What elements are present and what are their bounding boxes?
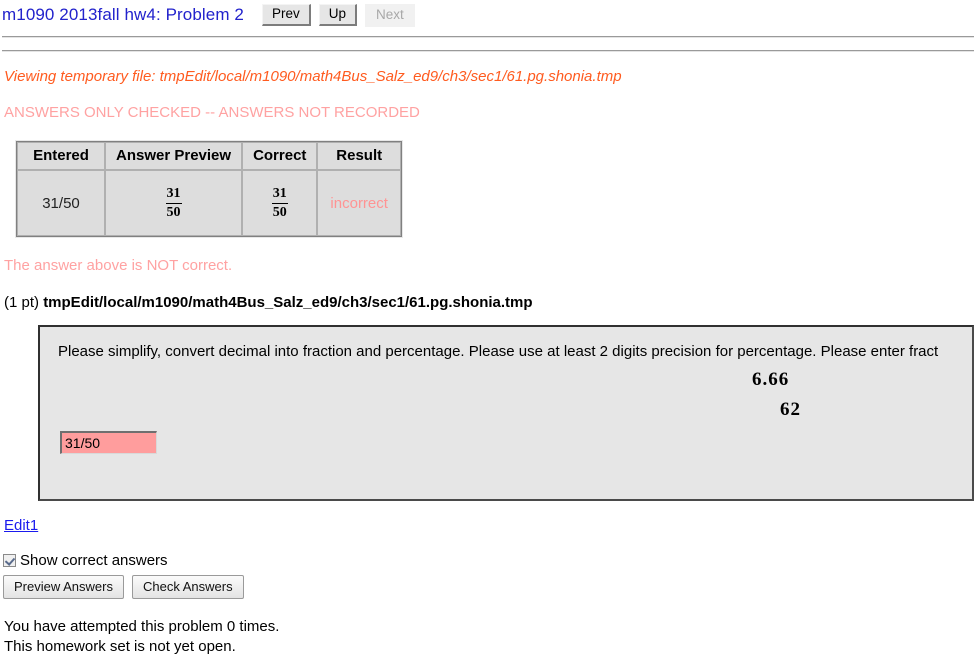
cell-result-status: incorrect [317, 170, 401, 236]
answers-checked-notice: ANSWERS ONLY CHECKED -- ANSWERS NOT RECO… [4, 104, 420, 121]
page-title: m1090 2013fall hw4: Problem 2 [2, 5, 244, 24]
problem-header-line: (1 pt) tmpEdit/local/m1090/math4Bus_Salz… [4, 294, 976, 311]
answer-input[interactable] [60, 431, 157, 454]
page-header: m1090 2013fall hw4: Problem 2 Prev Up Ne… [0, 0, 976, 28]
not-correct-message: The answer above is NOT correct. [4, 257, 233, 274]
table-row: 31/50 31 50 31 50 incorrect [17, 170, 401, 236]
attempts-line: You have attempted this problem 0 times. [4, 618, 280, 635]
math-value-percent: 62 [780, 399, 801, 420]
next-button: Next [365, 3, 415, 27]
column-header-correct: Correct [242, 142, 318, 170]
problem-path: tmpEdit/local/m1090/math4Bus_Salz_ed9/ch… [43, 294, 533, 311]
fraction-denominator: 50 [166, 204, 181, 220]
divider-bottom [2, 50, 974, 52]
answer-preview-fraction: 31 50 [165, 186, 182, 220]
column-header-answer-preview: Answer Preview [105, 142, 243, 170]
fraction-numerator: 31 [165, 186, 182, 204]
show-correct-answers-label: Show correct answers [20, 552, 168, 569]
math-value-decimal: 6.66 [752, 369, 790, 390]
answer-results-table: Entered Answer Preview Correct Result 31… [15, 140, 403, 238]
problem-body-box: Please simplify, convert decimal into fr… [37, 324, 975, 502]
edit-link[interactable]: Edit1 [4, 517, 38, 534]
cell-answer-preview: 31 50 [105, 170, 243, 236]
cell-entered: 31/50 [17, 170, 105, 236]
problem-statement: Please simplify, convert decimal into fr… [58, 343, 939, 360]
problem-points: (1 pt) [4, 294, 40, 311]
preview-answers-button[interactable]: Preview Answers [3, 575, 124, 599]
cell-correct-answer: 31 50 [242, 170, 318, 236]
fraction-denominator: 50 [272, 204, 287, 220]
attempt-status: You have attempted this problem 0 times.… [4, 617, 976, 657]
problem-page: m1090 2013fall hw4: Problem 2 Prev Up Ne… [0, 0, 976, 660]
table-header-row: Entered Answer Preview Correct Result [17, 142, 401, 170]
show-correct-answers-row[interactable]: Show correct answers [3, 552, 976, 569]
problem-nav: Prev Up Next [262, 3, 415, 27]
answer-action-buttons: Preview Answers Check Answers [3, 575, 976, 599]
results-table-wrapper: Entered Answer Preview Correct Result 31… [15, 140, 976, 238]
column-header-entered: Entered [17, 142, 105, 170]
homework-status-line: This homework set is not yet open. [4, 638, 236, 655]
show-correct-answers-checkbox[interactable] [3, 554, 16, 567]
temp-file-notice: Viewing temporary file: tmpEdit/local/m1… [4, 68, 622, 85]
prev-button[interactable]: Prev [262, 4, 311, 26]
divider-top [2, 36, 974, 38]
fraction-numerator: 31 [271, 186, 288, 204]
check-answers-button[interactable]: Check Answers [131, 575, 244, 599]
up-button[interactable]: Up [318, 4, 358, 26]
correct-answer-fraction: 31 50 [271, 186, 288, 220]
column-header-result: Result [317, 142, 401, 170]
